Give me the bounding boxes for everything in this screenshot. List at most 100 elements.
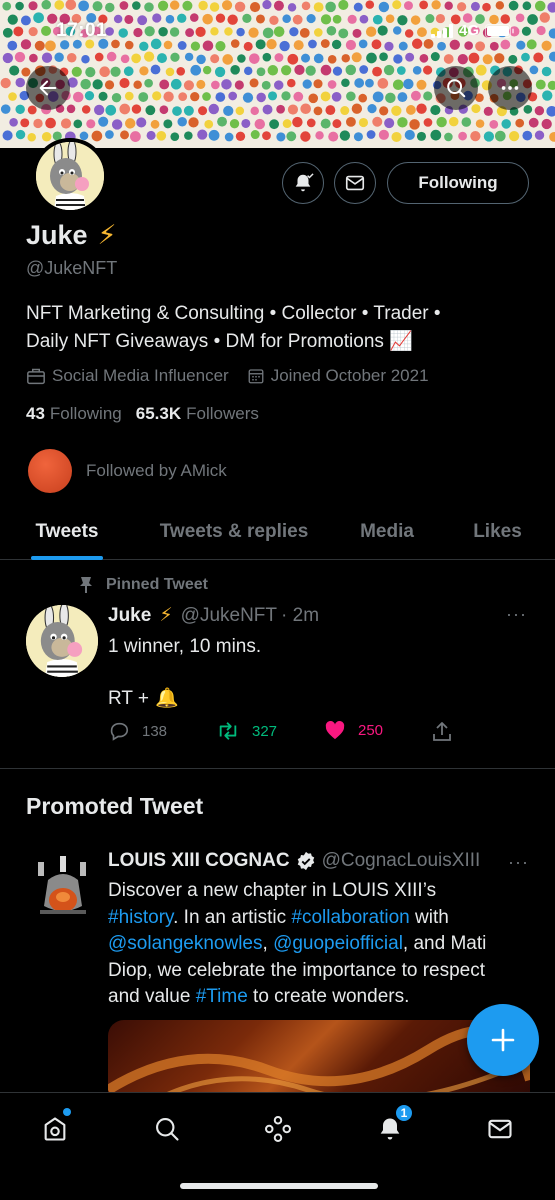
banner-dot: [9, 117, 18, 127]
banner-dot: [405, 105, 416, 115]
promo-text-part: and value: [108, 986, 196, 1007]
banner-dot: [0, 104, 11, 114]
banner-dot: [183, 80, 195, 91]
banner-dot: [27, 132, 36, 142]
following-count: 43: [26, 404, 45, 423]
promoted-author-handle[interactable]: @CognacLouisXIII: [322, 850, 481, 872]
tweet-author-handle[interactable]: @JukeNFT: [181, 605, 277, 627]
banner-dot: [372, 116, 383, 127]
tab-label: Tweets & replies: [159, 521, 309, 542]
mention-solangeknowles-link[interactable]: @solangeknowles: [108, 933, 263, 954]
banner-dot: [0, 77, 11, 89]
banner-dot: [133, 80, 142, 89]
banner-dot: [256, 67, 266, 77]
followers-count-link[interactable]: 65.3K Followers: [136, 404, 259, 424]
cognac-bottle-logo: [28, 850, 98, 922]
mention-guopeiofficial-link[interactable]: @guopeiofficial: [273, 933, 403, 954]
banner-dot: [98, 116, 109, 127]
nav-home[interactable]: [37, 1108, 73, 1147]
promo-text-part: with: [409, 906, 449, 928]
banner-dot: [243, 66, 253, 76]
banner-dot: [534, 105, 545, 116]
banner-dot: [308, 93, 319, 104]
nav-notifications[interactable]: 1: [372, 1103, 414, 1147]
banner-dot: [15, 77, 26, 88]
banner-dot: [320, 118, 331, 129]
hashtag-time-link[interactable]: #Time: [196, 986, 248, 1007]
more-button[interactable]: [488, 66, 532, 110]
reply-button[interactable]: 138: [108, 720, 167, 742]
tab-likes[interactable]: Likes: [440, 504, 555, 560]
banner-dot: [339, 130, 351, 141]
banner-dot: [250, 130, 260, 140]
banner-dot: [340, 106, 350, 116]
tab-tweets-replies[interactable]: Tweets & replies: [134, 504, 334, 560]
following-button[interactable]: Following: [387, 162, 529, 204]
banner-dot: [403, 78, 414, 90]
banner-dot: [176, 66, 186, 76]
banner-dot: [358, 117, 369, 128]
mail-icon: [488, 1119, 512, 1139]
nav-spaces[interactable]: [260, 1111, 296, 1147]
notifications-subscribe-button[interactable]: [282, 162, 324, 204]
tweet-time: · 2m: [281, 604, 320, 626]
back-button[interactable]: [26, 66, 70, 110]
following-count-link[interactable]: 43 Following: [26, 404, 122, 424]
tweet-more-button[interactable]: ···: [506, 604, 527, 625]
banner-dot: [267, 65, 279, 76]
search-icon: [447, 79, 466, 98]
banner-dot: [292, 116, 303, 128]
tweet-avatar[interactable]: [26, 605, 98, 677]
banner-dot: [409, 119, 420, 130]
banner-dot: [208, 129, 220, 141]
followed-by[interactable]: Followed by AMick: [28, 449, 227, 493]
share-button[interactable]: [430, 720, 454, 744]
banner-dot: [146, 130, 156, 140]
like-button[interactable]: 250: [324, 720, 383, 740]
retweet-button[interactable]: 327: [216, 720, 277, 742]
message-button[interactable]: [334, 162, 376, 204]
banner-dot: [73, 119, 83, 129]
banner-dot: [196, 79, 206, 89]
banner-dot: [483, 131, 495, 142]
promo-text-part: . In an artistic: [173, 906, 292, 928]
banner-dot: [20, 118, 30, 128]
banner-dot: [287, 104, 299, 115]
hashtag-history-link[interactable]: #history: [108, 907, 173, 928]
banner-dot: [197, 129, 208, 140]
banner-dot: [523, 105, 533, 114]
banner-dot: [461, 117, 472, 127]
promoted-avatar[interactable]: [28, 850, 98, 922]
banner-dot: [159, 79, 170, 90]
banner-dot: [104, 80, 115, 90]
banner-dot: [211, 80, 220, 90]
banner-dot: [331, 91, 342, 102]
banner-dot: [528, 117, 539, 128]
banner-dot: [27, 105, 37, 115]
banner-dot: [235, 131, 246, 142]
banner-dot: [391, 131, 402, 143]
banner-dot: [66, 104, 76, 114]
banner-dot: [130, 131, 141, 142]
hashtag-collaboration-link[interactable]: #collaboration: [291, 907, 409, 928]
nav-search[interactable]: [149, 1111, 185, 1147]
promoted-author-name[interactable]: LOUIS XIII COGNAC: [108, 850, 290, 872]
tweet-author-name[interactable]: Juke: [108, 605, 151, 627]
banner-dot: [249, 78, 259, 88]
banner-dot: [320, 64, 332, 76]
profile-bio: NFT Marketing & Consulting • Collector •…: [26, 300, 526, 356]
promoted-more-button[interactable]: ···: [508, 852, 529, 873]
home-badge-dot: [63, 1108, 71, 1116]
tab-media[interactable]: Media: [334, 504, 440, 560]
profile-avatar[interactable]: [32, 138, 108, 214]
nav-messages[interactable]: [482, 1111, 518, 1147]
compose-tweet-button[interactable]: [467, 1004, 539, 1076]
tab-tweets[interactable]: Tweets: [0, 504, 134, 560]
banner-dot: [188, 117, 199, 128]
banner-dot: [221, 79, 232, 90]
home-icon: [44, 1117, 66, 1141]
banner-dot: [119, 103, 131, 115]
search-button[interactable]: [434, 66, 478, 110]
banner-dot: [124, 91, 134, 101]
profile-banner[interactable]: 17:01 4G: [0, 0, 555, 148]
